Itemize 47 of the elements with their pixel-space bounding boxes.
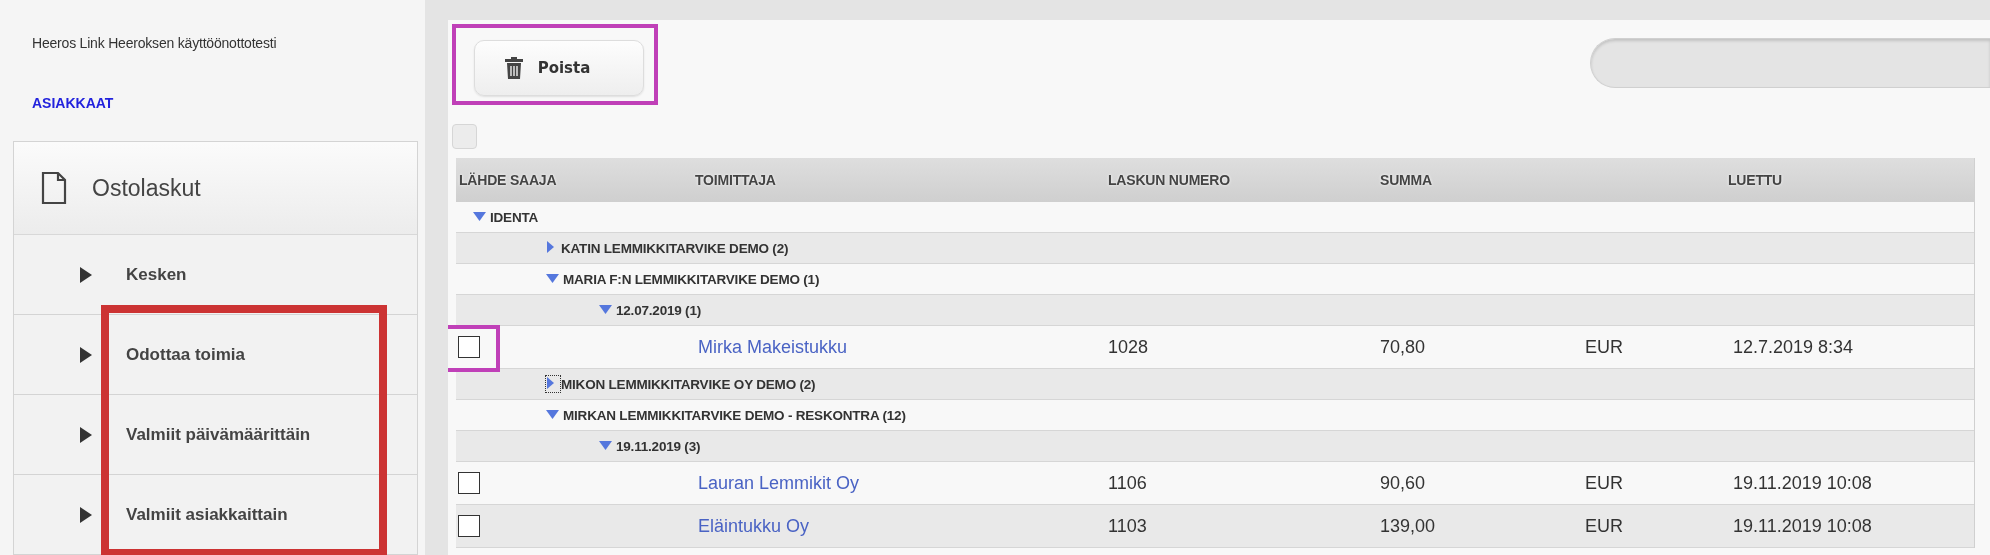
supplier-link[interactable]: Lauran Lemmikit Oy [698,472,1108,494]
group-label: MIRKAN LEMMIKKITARVIKE DEMO - RESKONTRA (12) [563,407,906,423]
column-header[interactable]: LUETTU [1728,172,1974,188]
table-cell-text: EUR [1585,472,1624,494]
search-field[interactable] [1590,38,1990,88]
row-checkbox[interactable] [458,336,480,358]
select-all-checkbox[interactable] [452,124,477,149]
group-label: MARIA F:N LEMMIKKITARVIKE DEMO (1) [563,271,820,287]
table-cell-text: 1103 [1108,515,1148,537]
table-cell-text: 90,60 [1380,472,1427,494]
column-header[interactable]: SUMMA [1380,172,1585,188]
table-cell-text: 19.11.2019 10:08 [1732,515,1873,537]
triangle-icon [80,506,92,523]
expand-icon[interactable] [545,375,561,393]
table-cell-text: 1028 [1108,336,1150,358]
triangle-icon [80,266,92,283]
column-header[interactable]: TOIMITTAJA [695,172,1108,188]
trash-icon [503,56,524,80]
table-cell-text: 1106 [1108,472,1148,494]
column-header[interactable]: LÄHDE SAAJA [456,172,695,188]
document-icon [41,171,67,205]
group-label: KATIN LEMMIKKITARVIKE DEMO (2) [561,240,789,256]
column-header[interactable]: LASKUN NUMERO [1108,172,1380,188]
group-label: IDENTA [490,209,539,225]
account-name: Heeros Link Heeroksen käyttöönottotesti [31,34,278,53]
row-checkbox[interactable] [458,515,480,537]
table-cell-text: EUR [1585,515,1624,537]
table-cell-text: 19.11.2019 10:08 [1732,472,1873,494]
menu-item[interactable]: Valmiit asiakkaittain [14,475,417,555]
table-cell-text: 139,00 [1380,515,1437,537]
supplier-link[interactable]: Eläintukku Oy [698,515,1108,537]
supplier-link[interactable]: Mirka Makeistukku [698,336,1108,358]
menu-item[interactable]: Valmiit päivämäärittäin [14,395,417,475]
table-cell-text: 70,80 [1380,336,1427,358]
delete-button[interactable]: Poista [474,40,644,96]
group-label: 12.07.2019 (1) [616,302,702,318]
menu-item[interactable]: Kesken [14,235,417,315]
group-label: MIKON LEMMIKKITARVIKE OY DEMO (2) [561,376,816,392]
table-cell-text: 12.7.2019 8:34 [1732,336,1855,358]
group-label: 19.11.2019 (3) [616,438,701,454]
menu-item[interactable]: Odottaa toimia [14,315,417,395]
row-checkbox[interactable] [458,472,480,494]
section-title: Ostolaskut [92,174,201,202]
customers-link[interactable]: ASIAKKAAT [32,95,114,111]
triangle-icon [80,426,92,443]
triangle-icon [80,346,92,363]
table-cell-text: EUR [1585,336,1624,358]
